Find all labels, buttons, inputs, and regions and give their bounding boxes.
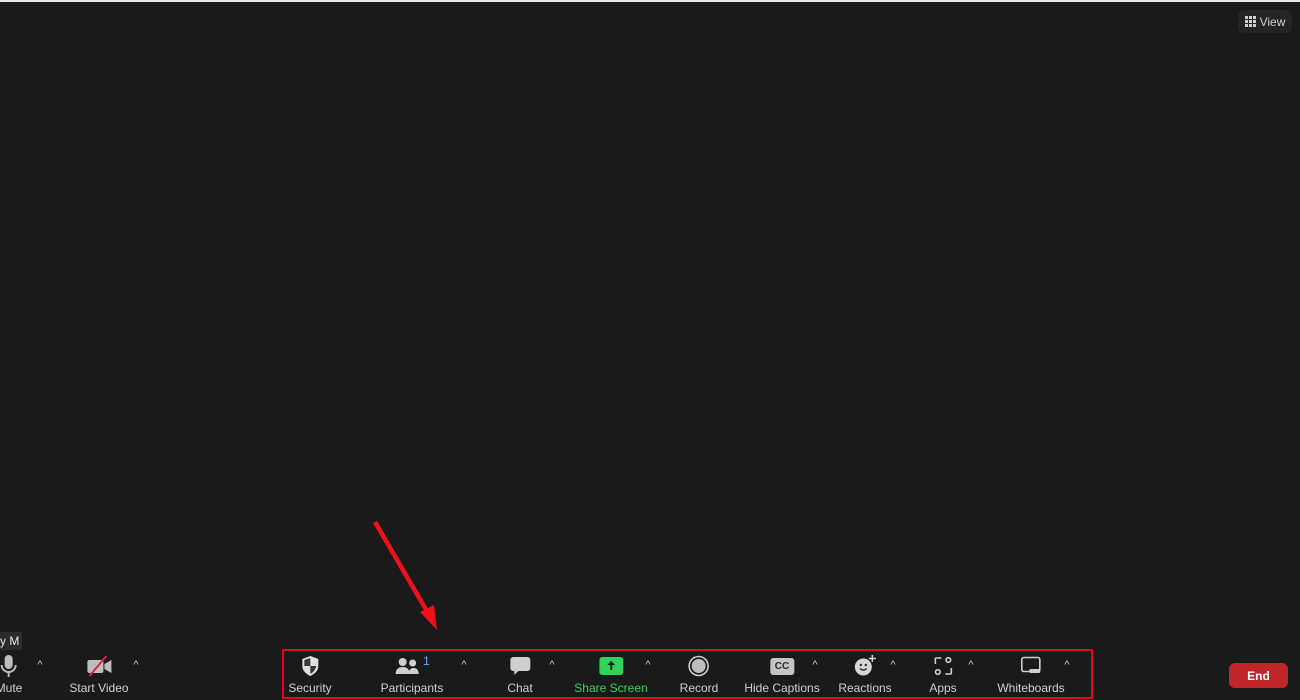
record-button[interactable]: Record xyxy=(679,653,719,699)
reaction-icon xyxy=(854,655,876,676)
whiteboards-options-caret[interactable]: ^ xyxy=(1064,659,1069,671)
start-video-label: Start Video xyxy=(69,681,129,695)
view-label: View xyxy=(1259,14,1286,29)
share-options-caret[interactable]: ^ xyxy=(645,659,650,671)
chat-button[interactable]: Chat xyxy=(507,653,533,699)
share-screen-icon xyxy=(598,657,623,675)
grid-icon xyxy=(1244,16,1256,27)
start-video-button[interactable]: Start Video xyxy=(69,653,129,699)
participants-button[interactable]: 1 Participants xyxy=(381,653,444,699)
apps-options-caret[interactable]: ^ xyxy=(968,659,973,671)
shield-icon xyxy=(301,656,318,676)
hide-captions-label: Hide Captions xyxy=(744,681,820,695)
reactions-label: Reactions xyxy=(838,681,892,695)
record-label: Record xyxy=(679,681,719,695)
mute-label: Mute xyxy=(0,681,23,695)
participants-icon xyxy=(395,658,419,674)
reactions-options-caret[interactable]: ^ xyxy=(890,659,895,671)
mute-button[interactable]: Mute xyxy=(0,653,22,699)
view-button[interactable]: View xyxy=(1238,10,1292,33)
chat-label: Chat xyxy=(507,681,533,695)
cc-icon: CC xyxy=(770,657,794,675)
apps-label: Apps xyxy=(929,681,957,695)
whiteboards-button[interactable]: Whiteboards xyxy=(997,653,1065,699)
video-off-icon xyxy=(87,655,111,677)
participant-name-tag: y M xyxy=(0,632,23,650)
top-border xyxy=(0,0,1300,2)
participant-count: 1 xyxy=(423,654,430,668)
apps-icon xyxy=(934,656,952,676)
share-screen-button[interactable]: Share Screen xyxy=(574,653,648,699)
audio-options-caret[interactable]: ^ xyxy=(37,659,42,671)
captions-options-caret[interactable]: ^ xyxy=(812,659,817,671)
hide-captions-button[interactable]: CC Hide Captions xyxy=(744,653,820,699)
whiteboards-label: Whiteboards xyxy=(997,681,1065,695)
chat-icon xyxy=(509,657,530,675)
apps-button[interactable]: Apps xyxy=(929,653,957,699)
record-icon xyxy=(688,655,710,677)
security-button[interactable]: Security xyxy=(288,653,332,699)
end-meeting-button[interactable]: End xyxy=(1229,663,1288,688)
annotation-arrow xyxy=(373,520,437,630)
whiteboard-icon xyxy=(1020,656,1041,673)
chat-options-caret[interactable]: ^ xyxy=(549,659,554,671)
reactions-button[interactable]: Reactions xyxy=(838,653,892,699)
participants-options-caret[interactable]: ^ xyxy=(461,659,466,671)
microphone-icon xyxy=(1,655,17,677)
share-screen-label: Share Screen xyxy=(574,681,648,695)
video-options-caret[interactable]: ^ xyxy=(133,659,138,671)
security-label: Security xyxy=(288,681,332,695)
participants-label: Participants xyxy=(380,681,444,695)
